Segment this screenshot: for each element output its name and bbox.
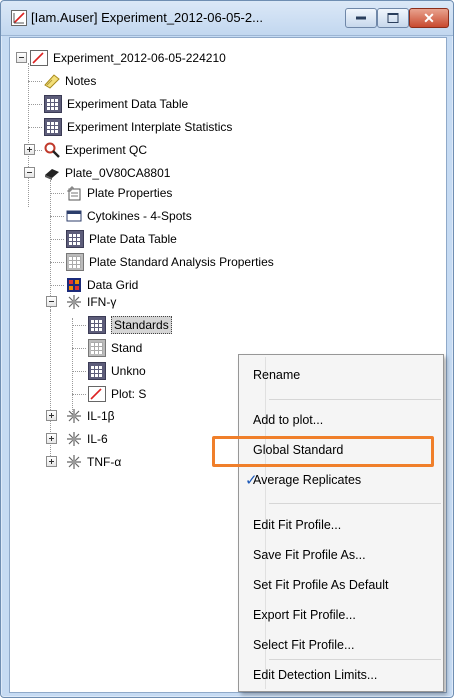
menu-item-label: Select Fit Profile...	[253, 638, 355, 652]
cytokine-icon	[66, 294, 82, 310]
tree-item-label: IL-1β	[87, 409, 115, 423]
menu-item-average-replicates[interactable]: ✓ Average Replicates	[239, 466, 443, 496]
tree-item-label: Notes	[65, 74, 97, 88]
tree-item-label: Stand	[111, 341, 143, 355]
tree-item-label: Unkno	[111, 364, 146, 378]
tree-item-plot[interactable]: Plot: S	[88, 384, 146, 404]
tree-pane: Experiment_2012-06-05-224210 Notes Exper…	[9, 37, 447, 693]
tree-item-label: IFN-γ	[87, 295, 117, 309]
menu-item-label: Average Replicates	[253, 473, 362, 487]
close-icon: ✕	[423, 10, 435, 26]
minimize-button[interactable]	[345, 8, 377, 28]
cytokine-icon	[66, 431, 82, 447]
menu-item-label: Edit Detection Limits...	[253, 668, 378, 682]
tree-item-ifn[interactable]: IFN-γ	[66, 292, 116, 312]
tree-item-label: Plate Data Table	[89, 232, 177, 246]
menu-item-add-to-plot[interactable]: Add to plot...	[239, 406, 443, 436]
tree-item-label: Plate Standard Analysis Properties	[89, 255, 274, 269]
experiment-tree: Experiment_2012-06-05-224210 Notes Exper…	[10, 38, 446, 692]
tree-item-plate[interactable]: Plate_0V80CA8801	[44, 163, 170, 183]
tree-item-label: Experiment_2012-06-05-224210	[53, 51, 226, 65]
application-window: [Iam.Auser] Experiment_2012-06-05-2... ✕	[0, 0, 454, 698]
tree-item-plate-standard-analysis[interactable]: Plate Standard Analysis Properties	[66, 252, 274, 272]
tree-item-cytokines[interactable]: Cytokines - 4-Spots	[66, 206, 192, 226]
menu-separator	[269, 503, 441, 504]
tree-item-label: Experiment Interplate Statistics	[67, 120, 233, 134]
tree-item-label: Standards	[111, 316, 172, 334]
minimize-icon	[356, 16, 366, 20]
expand-tnfa-toggle[interactable]	[46, 456, 57, 467]
properties-icon	[66, 185, 82, 201]
menu-separator	[269, 399, 441, 400]
tree-item-label: TNF-α	[87, 455, 122, 469]
menu-item-label: Save Fit Profile As...	[253, 548, 366, 562]
notes-icon	[44, 73, 60, 89]
menu-item-label: Rename	[253, 368, 301, 382]
tree-item-experiment-data-table[interactable]: Experiment Data Table	[44, 94, 188, 114]
cytokines-icon	[66, 208, 82, 224]
tree-item-plate-properties[interactable]: Plate Properties	[66, 183, 172, 203]
menu-item-export-fit-profile[interactable]: Export Fit Profile...	[239, 601, 443, 631]
table-icon	[88, 362, 106, 380]
collapse-ifn-toggle[interactable]	[46, 296, 57, 307]
magnifier-icon	[44, 142, 60, 158]
tree-item-experiment[interactable]: Experiment_2012-06-05-224210	[30, 48, 226, 68]
tree-item-experiment-interplate-statistics[interactable]: Experiment Interplate Statistics	[44, 117, 232, 137]
menu-item-rename[interactable]: Rename	[239, 361, 443, 391]
grid-icon	[88, 339, 106, 357]
cytokine-icon	[66, 454, 82, 470]
tree-item-label: Experiment QC	[65, 143, 148, 157]
menu-item-edit-detection-limits[interactable]: Edit Detection Limits...	[239, 661, 443, 691]
highlight-annotation	[212, 436, 434, 467]
grid-icon	[66, 253, 84, 271]
expand-il1b-toggle[interactable]	[46, 410, 57, 421]
menu-item-label: Add to plot...	[253, 413, 324, 427]
tree-item-label: Plate Properties	[87, 186, 173, 200]
menu-item-label: Edit Fit Profile...	[253, 518, 342, 532]
experiment-plot-icon	[30, 50, 48, 66]
menu-item-label: Set Fit Profile As Default	[253, 578, 389, 592]
tree-item-label: Data Grid	[87, 278, 139, 292]
menu-item-select-fit-profile[interactable]: Select Fit Profile...	[239, 631, 443, 661]
data-grid-icon	[66, 277, 82, 293]
plate-icon	[44, 165, 60, 181]
tree-item-label: Experiment Data Table	[67, 97, 189, 111]
tree-item-standards-2[interactable]: Stand	[88, 338, 142, 358]
plot-icon	[88, 386, 106, 402]
tree-item-tnfa[interactable]: TNF-α	[66, 452, 121, 472]
table-icon	[44, 95, 62, 113]
menu-item-set-fit-profile-default[interactable]: Set Fit Profile As Default	[239, 571, 443, 601]
title-bar[interactable]: [Iam.Auser] Experiment_2012-06-05-2... ✕	[1, 1, 453, 36]
cytokine-icon	[66, 408, 82, 424]
close-button[interactable]: ✕	[409, 8, 449, 28]
collapse-plate-toggle[interactable]	[24, 167, 35, 178]
menu-item-save-fit-profile-as[interactable]: Save Fit Profile As...	[239, 541, 443, 571]
tree-item-experiment-qc[interactable]: Experiment QC	[44, 140, 147, 160]
tree-item-il1b[interactable]: IL-1β	[66, 406, 115, 426]
window-title: [Iam.Auser] Experiment_2012-06-05-2...	[31, 10, 263, 25]
expand-qc-toggle[interactable]	[24, 144, 35, 155]
maximize-button[interactable]	[377, 8, 409, 28]
expand-il6-toggle[interactable]	[46, 433, 57, 444]
table-icon	[88, 316, 106, 334]
collapse-root-toggle[interactable]	[16, 52, 27, 63]
tree-item-label: Plot: S	[111, 387, 147, 401]
table-icon	[44, 118, 62, 136]
context-menu: Rename Add to plot... Global Standard ✓ …	[238, 354, 444, 692]
tree-item-standards[interactable]: Standards	[88, 315, 172, 335]
experiment-plot-icon	[11, 10, 27, 26]
tree-item-label: IL-6	[87, 432, 108, 446]
menu-item-edit-fit-profile[interactable]: Edit Fit Profile...	[239, 511, 443, 541]
tree-item-il6[interactable]: IL-6	[66, 429, 108, 449]
tree-item-notes[interactable]: Notes	[44, 71, 96, 91]
tree-item-label: Plate_0V80CA8801	[65, 166, 171, 180]
maximize-icon	[387, 13, 399, 23]
tree-item-plate-data-table[interactable]: Plate Data Table	[66, 229, 177, 249]
menu-separator	[269, 659, 441, 660]
menu-item-label: Export Fit Profile...	[253, 608, 356, 622]
tree-item-unknowns[interactable]: Unkno	[88, 361, 146, 381]
table-icon	[66, 230, 84, 248]
tree-item-label: Cytokines - 4-Spots	[87, 209, 192, 223]
